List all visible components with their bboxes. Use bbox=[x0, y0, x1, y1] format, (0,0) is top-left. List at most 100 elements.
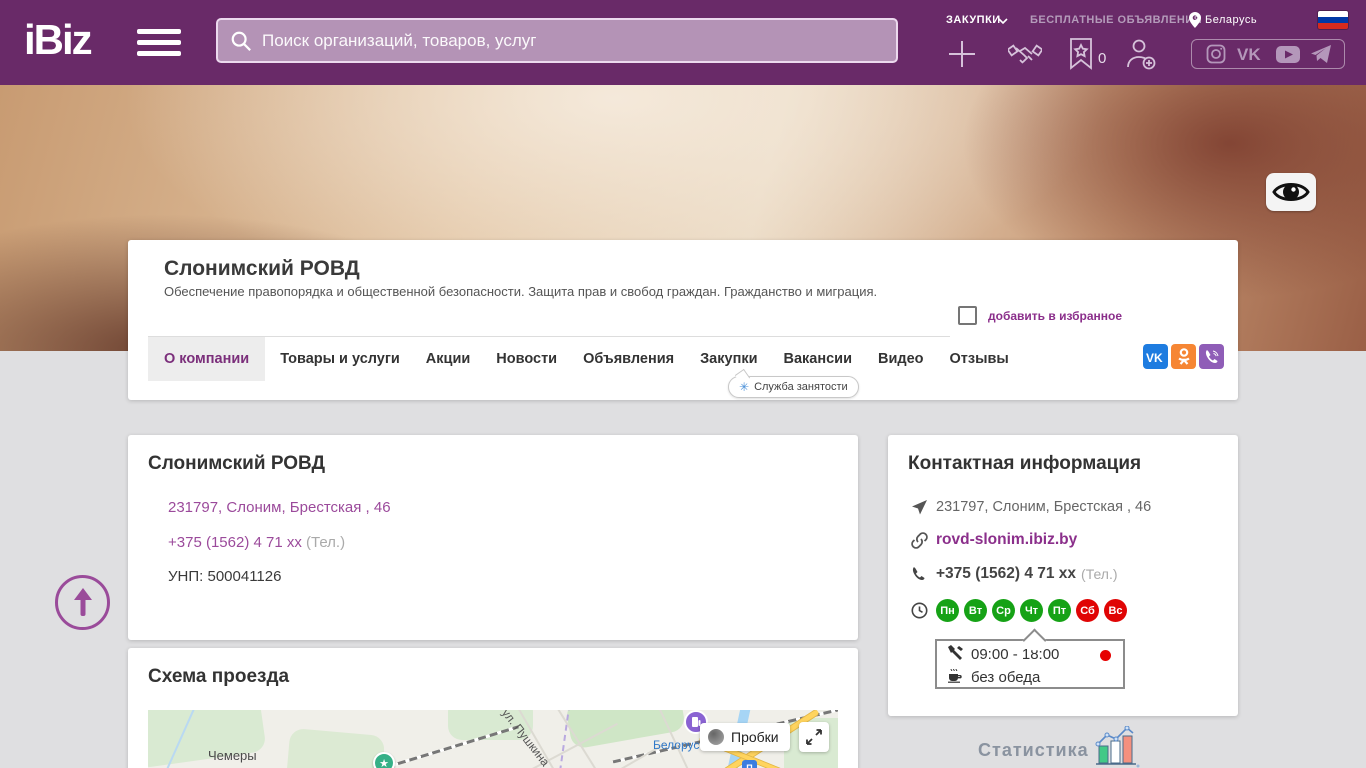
link-icon bbox=[910, 531, 928, 549]
work-tools-icon bbox=[947, 645, 963, 660]
map-card-title: Схема проезда bbox=[148, 666, 290, 687]
day-thursday[interactable]: Чт bbox=[1020, 599, 1043, 622]
company-website-link[interactable]: rovd-slonim.ibiz.by bbox=[936, 531, 1077, 549]
star-glyph: ★ bbox=[379, 757, 389, 768]
map-transit-marker[interactable]: П bbox=[742, 760, 757, 768]
company-header-card: Слонимский РОВД Обеспечение правопорядка… bbox=[128, 240, 1238, 400]
search-input[interactable] bbox=[262, 30, 884, 51]
tab-zakupki[interactable]: Закупки bbox=[689, 337, 768, 381]
map-label-settlement: Чемеры bbox=[208, 748, 257, 763]
coffee-cup-icon bbox=[948, 668, 962, 683]
company-info-card: Слонимский РОВД 231797, Слоним, Брестска… bbox=[128, 435, 858, 640]
info-card-title: Слонимский РОВД bbox=[148, 453, 326, 474]
directions-card: Схема проезда Чемеры ул. Пушкина Белорус… bbox=[128, 648, 858, 768]
search-icon bbox=[231, 31, 251, 51]
vk-share-button[interactable]: VK bbox=[1143, 344, 1168, 369]
statistics-chart-icon bbox=[1095, 726, 1140, 768]
status-closed-dot bbox=[1100, 650, 1111, 661]
tab-promos[interactable]: Акции bbox=[415, 337, 481, 381]
header-top-links: ЗАКУПКИ БЕСПЛАТНЫЕ ОБЪЯВЛЕНИЯ Беларусь bbox=[938, 11, 1358, 29]
tab-video[interactable]: Видео bbox=[867, 337, 935, 381]
tab-vacancies[interactable]: Вакансии bbox=[773, 337, 864, 381]
zakupki-menu[interactable]: ЗАКУПКИ bbox=[946, 14, 1001, 26]
contact-phone[interactable]: +375 (1562) 4 71 хх bbox=[936, 565, 1076, 583]
phone-type-note: (Тел.) bbox=[1081, 566, 1118, 582]
company-phone-link[interactable]: +375 (1562) 4 71 хх bbox=[168, 534, 302, 551]
odnoklassniki-icon bbox=[1177, 347, 1190, 365]
map-fullscreen-button[interactable] bbox=[799, 722, 829, 752]
youtube-icon[interactable] bbox=[1275, 45, 1300, 63]
map-label-station: Белорус bbox=[653, 738, 700, 752]
tab-news[interactable]: Новости bbox=[485, 337, 568, 381]
social-links-bar: VK bbox=[1191, 39, 1345, 69]
viber-icon bbox=[1205, 349, 1218, 363]
clock-icon bbox=[911, 602, 927, 619]
company-name: Слонимский РОВД bbox=[164, 257, 360, 280]
add-favorite-label[interactable]: добавить в избранное bbox=[988, 309, 1122, 323]
day-monday[interactable]: Пн bbox=[936, 599, 959, 622]
vk-icon[interactable]: VK bbox=[1237, 46, 1265, 63]
phone-icon bbox=[912, 567, 925, 580]
tab-products[interactable]: Товары и услуги bbox=[269, 337, 411, 381]
company-tabs: О компании Товары и услуги Акции Новости… bbox=[148, 337, 1024, 381]
tab-ads[interactable]: Объявления bbox=[572, 337, 685, 381]
traffic-toggle-icon bbox=[708, 729, 724, 745]
chevron-down-icon bbox=[998, 18, 1008, 25]
transit-glyph: П bbox=[746, 762, 753, 768]
arrow-up-icon bbox=[73, 587, 92, 616]
ok-share-button[interactable] bbox=[1171, 344, 1196, 369]
search-bar bbox=[216, 18, 898, 63]
employment-service-label: Служба занятости bbox=[754, 381, 848, 393]
spark-icon: ✳ bbox=[739, 380, 750, 394]
contact-info-card: Контактная информация 231797, Слоним, Бр… bbox=[888, 435, 1238, 716]
tab-reviews[interactable]: Отзывы bbox=[939, 337, 1020, 381]
instagram-icon[interactable] bbox=[1206, 44, 1226, 64]
language-flag-ru[interactable] bbox=[1318, 11, 1348, 29]
phone-type-note: (Тел.) bbox=[306, 534, 346, 551]
svg-text:VK: VK bbox=[1237, 46, 1261, 63]
page: iBiz ЗАКУПКИ БЕСПЛАТНЫЕ ОБЪЯВЛЕНИЯ Белар… bbox=[0, 0, 1366, 768]
svg-text:VK: VK bbox=[1146, 351, 1163, 363]
contact-address: 231797, Слоним, Брестская , 46 bbox=[936, 499, 1152, 515]
accessibility-eye-button[interactable] bbox=[1266, 173, 1316, 211]
eye-icon bbox=[1272, 183, 1310, 201]
map-canvas[interactable]: Чемеры ул. Пушкина Белорус ★ П Пробки bbox=[148, 710, 838, 768]
company-description: Обеспечение правопорядка и общественной … bbox=[164, 284, 878, 299]
statistics-title: Статистика bbox=[978, 740, 1089, 760]
share-buttons: VK bbox=[1143, 344, 1224, 369]
scroll-to-top-button[interactable] bbox=[55, 575, 110, 630]
day-friday[interactable]: Пт bbox=[1048, 599, 1071, 622]
expand-icon bbox=[806, 729, 822, 745]
add-favorite-checkbox[interactable] bbox=[958, 306, 977, 325]
company-address-link[interactable]: 231797, Слоним, Брестская , 46 bbox=[168, 499, 391, 516]
company-unp: УНП: 500041126 bbox=[168, 568, 282, 585]
traffic-toggle-button[interactable]: Пробки bbox=[700, 723, 790, 751]
country-selector[interactable]: Беларусь bbox=[1205, 14, 1257, 26]
viber-share-button[interactable] bbox=[1199, 344, 1224, 369]
navigation-arrow-icon bbox=[911, 499, 927, 514]
map-star-marker[interactable]: ★ bbox=[373, 752, 395, 768]
day-sunday[interactable]: Вс bbox=[1104, 599, 1127, 622]
add-company-icon[interactable] bbox=[946, 38, 978, 70]
tab-about[interactable]: О компании bbox=[148, 337, 266, 381]
favorites-bookmark-icon[interactable] bbox=[1068, 38, 1094, 70]
location-pin-icon bbox=[1189, 12, 1201, 28]
day-tuesday[interactable]: Вт bbox=[964, 599, 987, 622]
logo[interactable]: iBiz bbox=[24, 16, 93, 64]
contact-card-title: Контактная информация bbox=[908, 453, 1142, 474]
free-ads-link[interactable]: БЕСПЛАТНЫЕ ОБЪЯВЛЕНИЯ bbox=[1030, 14, 1202, 26]
day-wednesday[interactable]: Ср bbox=[992, 599, 1015, 622]
working-hours-tooltip: 09:00 - 18:00 без обеда bbox=[935, 639, 1125, 689]
day-saturday[interactable]: Сб bbox=[1076, 599, 1099, 622]
employment-service-badge[interactable]: ✳ Служба занятости bbox=[728, 376, 859, 398]
menu-icon[interactable] bbox=[137, 29, 181, 56]
favorites-count: 0 bbox=[1098, 50, 1107, 67]
lunch-info: без обеда bbox=[971, 669, 1041, 686]
working-hours: 09:00 - 18:00 bbox=[971, 646, 1060, 663]
telegram-icon[interactable] bbox=[1310, 45, 1331, 63]
traffic-toggle-label: Пробки bbox=[731, 729, 779, 745]
vk-icon: VK bbox=[1146, 351, 1163, 363]
register-user-icon[interactable] bbox=[1124, 38, 1158, 70]
header: iBiz ЗАКУПКИ БЕСПЛАТНЫЕ ОБЪЯВЛЕНИЯ Белар… bbox=[0, 0, 1366, 85]
partnership-handshake-icon[interactable] bbox=[1008, 38, 1042, 70]
